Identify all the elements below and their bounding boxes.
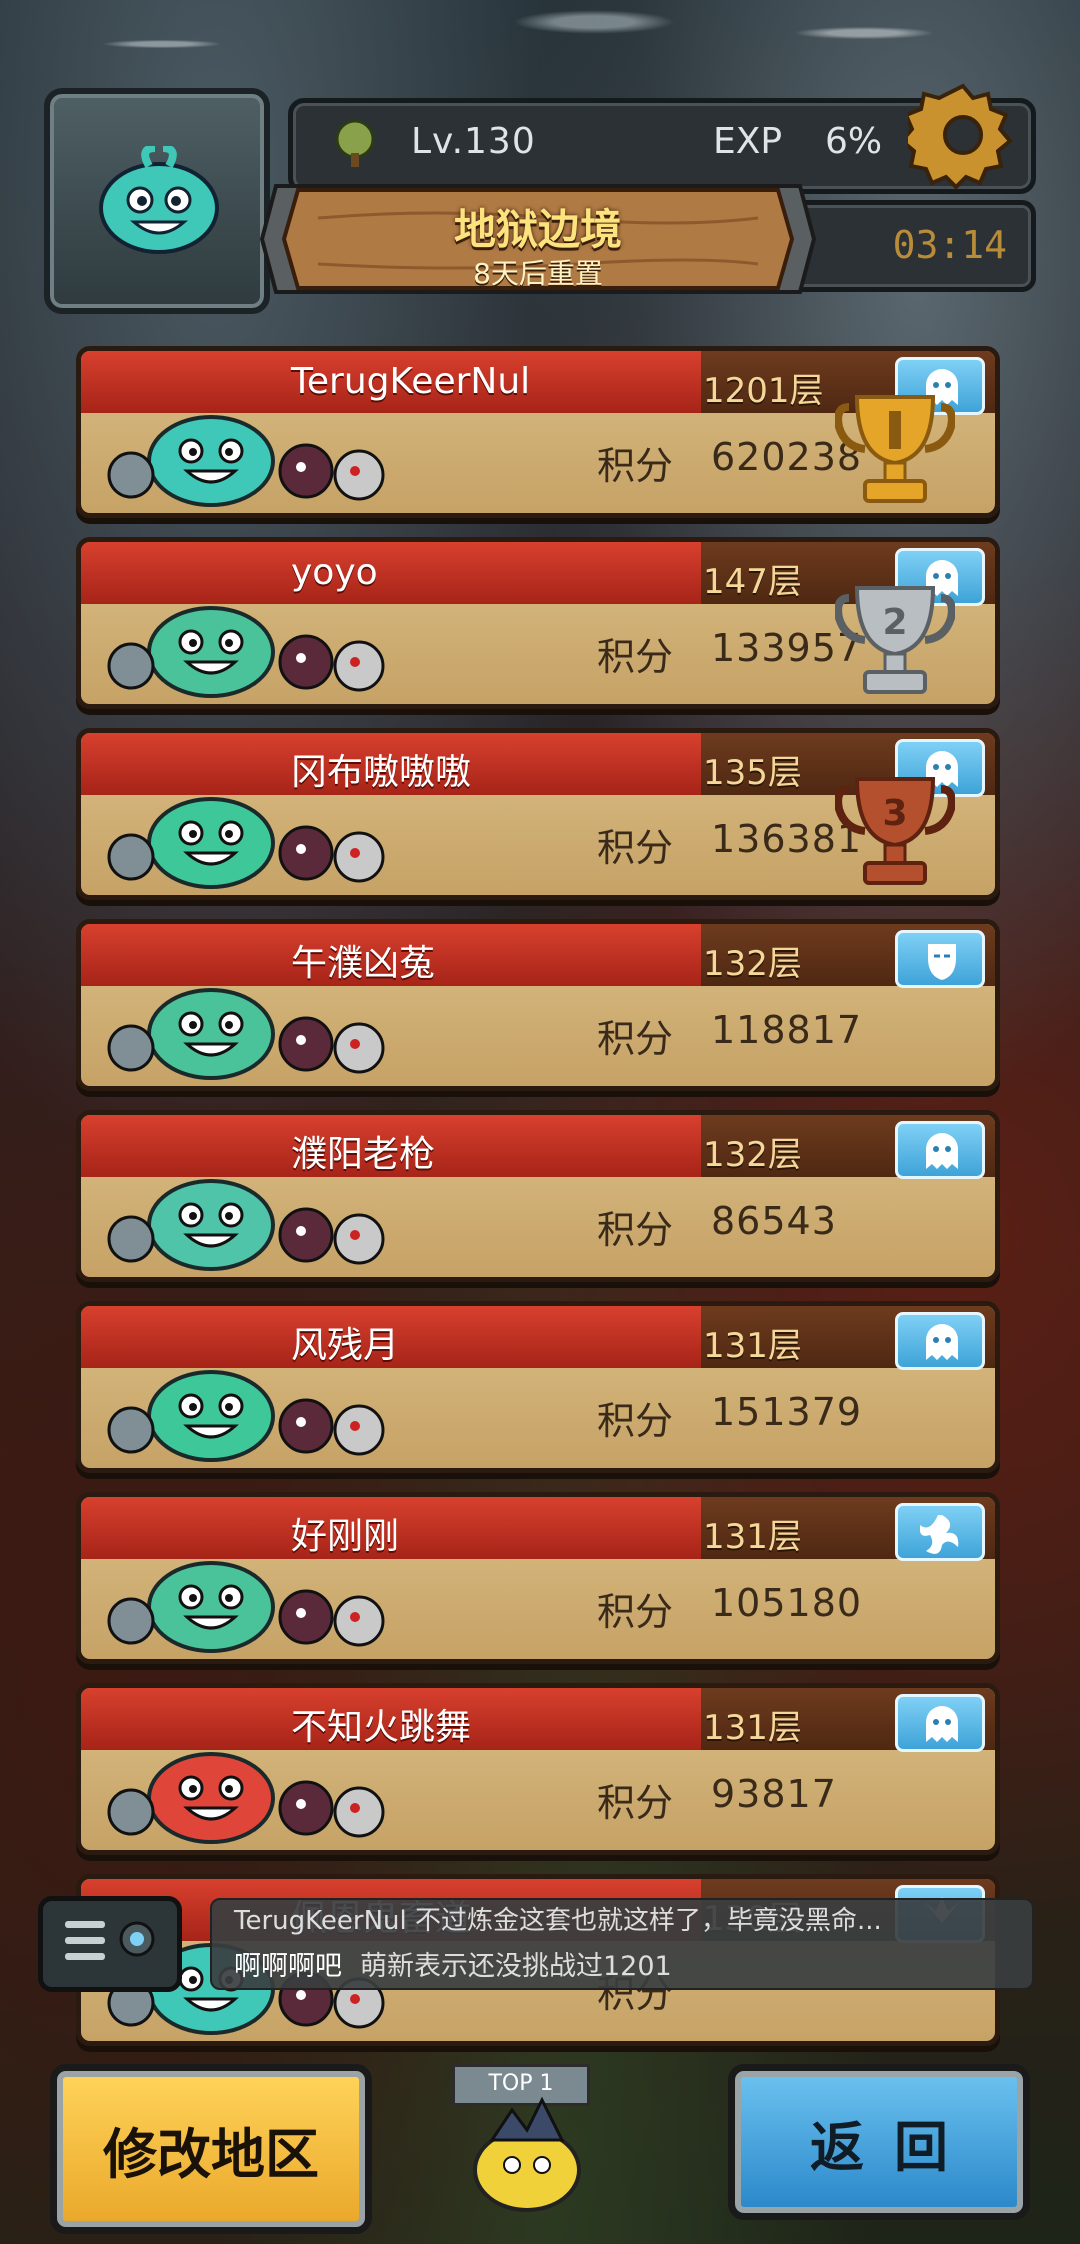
player-name: 午濮凶菟 xyxy=(291,943,436,984)
trophy-number: 3 xyxy=(882,793,907,834)
team-characters-icon xyxy=(107,606,385,698)
score-value: 105180 xyxy=(711,1581,863,1625)
ranking-card[interactable]: TerugKeerNul 1201层 积分 620238 xyxy=(76,346,1000,518)
trophy-numeral-bar xyxy=(889,411,901,449)
player-name: 风残月 xyxy=(291,1325,400,1366)
player-name: 好刚刚 xyxy=(291,1516,400,1557)
score-label: 积分 xyxy=(597,1017,674,1061)
floor-count: 132层 xyxy=(703,1135,802,1175)
guild-badge[interactable] xyxy=(895,1312,985,1370)
ranking-card[interactable]: 好刚刚 131层 积分 105180 xyxy=(76,1492,1000,1664)
menu-line xyxy=(65,1921,105,1928)
chat-message: 萌新表示还没挑战过1201 xyxy=(360,1951,672,1982)
guild-badge[interactable] xyxy=(895,930,985,988)
ghost-icon xyxy=(926,1133,958,1169)
floor-count: 147层 xyxy=(703,562,802,602)
chat-preview[interactable]: TerugKeerNul 不过炼金这套也就这样了，毕竟没黑命... 啊啊啊吧 萌… xyxy=(210,1898,1034,1990)
ranking-card[interactable]: 午濮凶菟 132层 积分 118817 xyxy=(76,919,1000,1091)
chat-sender: 啊啊啊吧 xyxy=(234,1951,342,1982)
trophy-number: 2 xyxy=(882,602,907,643)
chat-toggle-button[interactable] xyxy=(38,1896,182,1992)
gold-trophy-icon xyxy=(835,395,955,503)
team-characters-icon xyxy=(107,1561,385,1653)
silver-trophy-icon: 2 xyxy=(835,586,955,694)
player-name: TerugKeerNul xyxy=(291,361,531,402)
score-label: 积分 xyxy=(597,1781,674,1825)
score-value: 93817 xyxy=(711,1772,837,1816)
guild-badge[interactable] xyxy=(895,1503,985,1561)
menu-line xyxy=(65,1937,105,1944)
ranking-card[interactable]: 濮阳老枪 132层 积分 86543 xyxy=(76,1110,1000,1282)
ranking-card[interactable]: 风残月 131层 积分 151379 xyxy=(76,1301,1000,1473)
score-value: 86543 xyxy=(711,1199,837,1243)
guild-badge[interactable] xyxy=(895,1121,985,1179)
score-label: 积分 xyxy=(597,826,674,870)
ranking-card[interactable]: yoyo 147层 积分 133957 2 xyxy=(76,537,1000,709)
player-name: yoyo xyxy=(291,552,378,593)
floor-count: 135层 xyxy=(703,753,802,793)
player-name: 濮阳老枪 xyxy=(291,1134,436,1175)
score-value: 118817 xyxy=(711,1008,863,1052)
floor-count: 131层 xyxy=(703,1326,802,1366)
floor-count: 1201层 xyxy=(703,371,824,411)
guild-badge[interactable] xyxy=(895,1694,985,1752)
score-label: 积分 xyxy=(597,635,674,679)
ranking-card[interactable]: 不知火跳舞 131层 积分 93817 xyxy=(76,1683,1000,1855)
score-label: 积分 xyxy=(597,444,674,488)
back-button[interactable]: 返回 xyxy=(728,2064,1030,2220)
ranking-card[interactable]: 冈布嗷嗷嗷 135层 积分 136381 3 xyxy=(76,728,1000,900)
ghost-icon xyxy=(926,1706,958,1742)
floor-count: 132层 xyxy=(703,944,802,984)
score-label: 积分 xyxy=(597,1590,674,1634)
bronze-trophy-icon: 3 xyxy=(835,777,955,885)
player-name: 不知火跳舞 xyxy=(291,1707,472,1748)
score-label: 积分 xyxy=(597,1399,674,1443)
top-player-character-icon xyxy=(473,2096,581,2212)
score-label: 积分 xyxy=(597,1208,674,1252)
team-characters-icon xyxy=(107,1370,385,1462)
menu-line xyxy=(65,1953,105,1960)
mask-icon xyxy=(928,944,956,980)
chat-line-1: TerugKeerNul 不过炼金这套也就这样了，毕竟没黑命... xyxy=(234,1906,882,1936)
floor-count: 131层 xyxy=(703,1708,802,1748)
swirl-icon xyxy=(920,1515,959,1554)
ghost-icon xyxy=(926,1324,958,1360)
score-value: 151379 xyxy=(711,1390,863,1434)
speaker-icon xyxy=(119,1921,155,1957)
player-name: 冈布嗷嗷嗷 xyxy=(291,752,472,793)
floor-count: 131层 xyxy=(703,1517,802,1557)
change-region-button[interactable]: 修改地区 xyxy=(50,2064,372,2234)
